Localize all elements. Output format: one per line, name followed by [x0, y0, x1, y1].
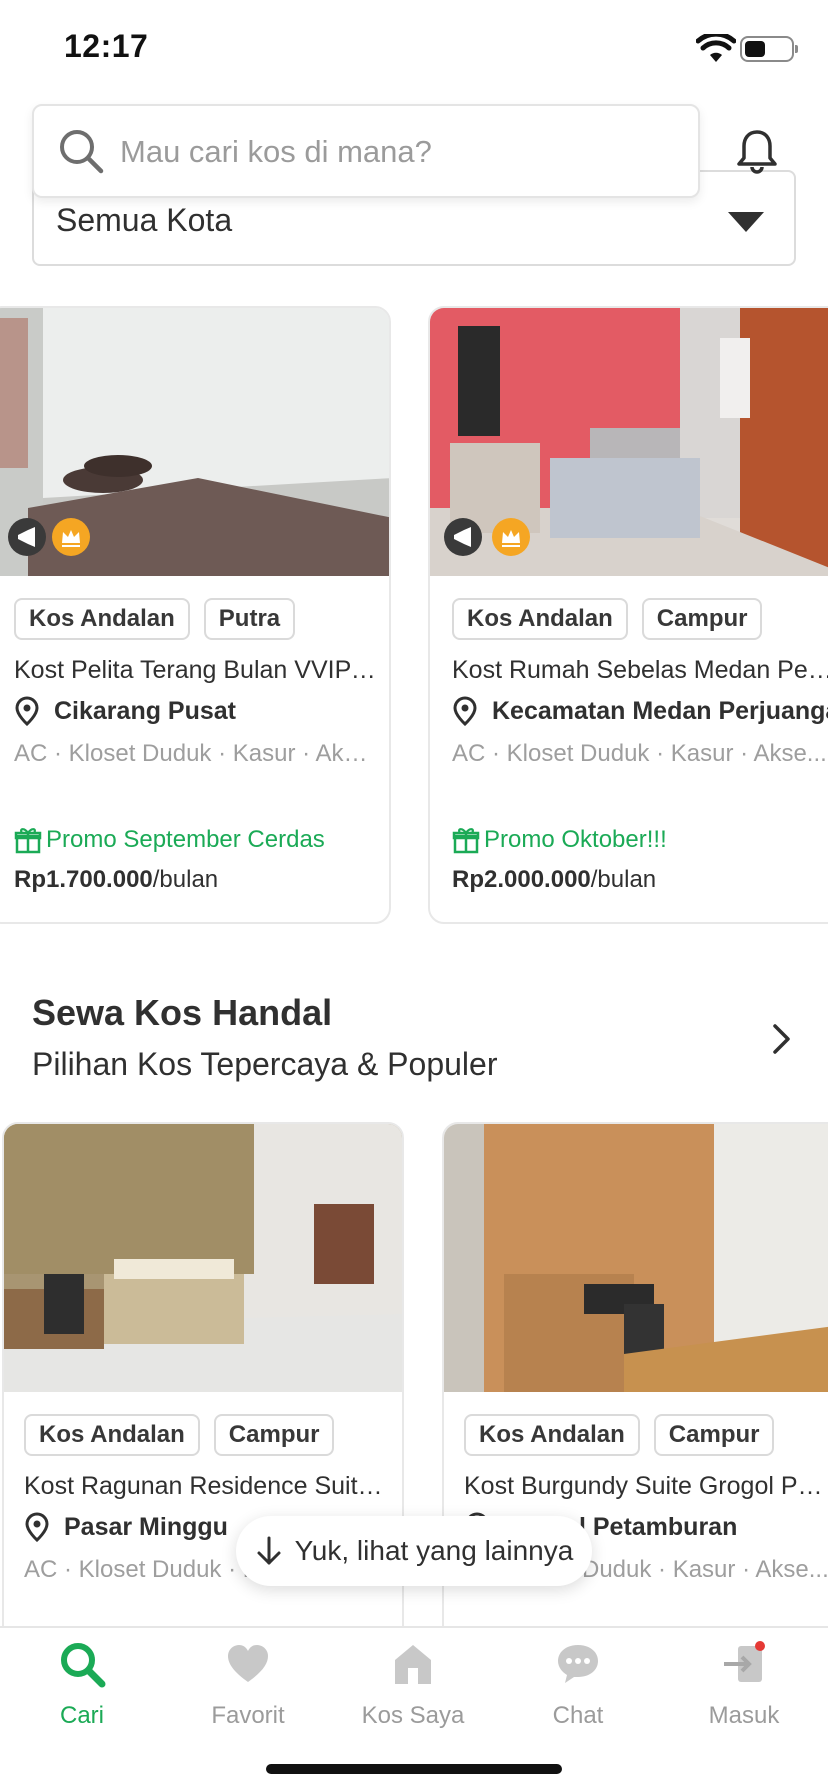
- tag-kos-andalan: Kos Andalan: [464, 1414, 640, 1456]
- search-input[interactable]: [120, 128, 680, 176]
- tag-kos-andalan: Kos Andalan: [14, 598, 190, 640]
- listing-name: Kost Ragunan Residence Suites...: [24, 1472, 390, 1500]
- listing-price: Rp2.000.000/bulan: [452, 866, 657, 893]
- nav-item-cari[interactable]: Cari: [7, 1640, 157, 1740]
- listing-location: Kecamatan Medan Perjuanga: [452, 694, 828, 728]
- listing-photo: [4, 1124, 402, 1392]
- search-icon: [61, 1643, 106, 1688]
- listing-location: Cikarang Pusat: [14, 694, 377, 728]
- gift-icon: [452, 828, 480, 854]
- tag-kos-andalan: Kos Andalan: [24, 1414, 200, 1456]
- notification-bell-icon[interactable]: [734, 128, 780, 174]
- crown-badge-icon: [492, 518, 530, 556]
- section-title: Sewa Kos Handal: [32, 992, 333, 1033]
- megaphone-badge-icon: [444, 518, 482, 556]
- nav-item-chat[interactable]: Chat: [503, 1640, 653, 1740]
- listing-name: Kost Rumah Sebelas Medan Perj...: [452, 656, 828, 684]
- tag-kos-andalan: Kos Andalan: [452, 598, 628, 640]
- tag-gender: Campur: [653, 1414, 775, 1456]
- home-indicator: [266, 1764, 562, 1774]
- nav-item-masuk[interactable]: Masuk: [669, 1640, 819, 1740]
- login-icon: [724, 1641, 765, 1682]
- search-bar[interactable]: [32, 104, 700, 198]
- listing-facilities: AC · Kloset Duduk · Kasur · Akse...: [14, 740, 377, 767]
- nav-item-favorit[interactable]: Favorit: [173, 1640, 323, 1740]
- chat-icon: [558, 1645, 598, 1683]
- heart-icon: [228, 1645, 268, 1682]
- city-selected-value: Semua Kota: [56, 202, 233, 238]
- nav-item-kos-saya[interactable]: Kos Saya: [338, 1640, 488, 1740]
- search-icon: [60, 130, 104, 174]
- listing-name: Kost Burgundy Suite Grogol Pet...: [464, 1472, 828, 1500]
- gift-icon: [14, 828, 42, 854]
- see-more-button[interactable]: Yuk, lihat yang lainnya: [236, 1516, 592, 1586]
- home-icon: [395, 1645, 431, 1684]
- location-pin-icon: [453, 696, 477, 726]
- listing-card[interactable]: Kos Andalan Campur Kost Rumah Sebelas Me…: [428, 306, 828, 924]
- listing-name: Kost Pelita Terang Bulan VVIP C...: [14, 656, 377, 684]
- home-screen: 12:17 Semua Kota Mau cari kos di mana? K…: [0, 0, 828, 1792]
- chevron-down-icon: [728, 212, 764, 232]
- listing-price: Rp1.700.000/bulan: [14, 866, 219, 893]
- promo-label: Promo Oktober!!!: [452, 824, 667, 856]
- listing-facilities: AC · Kloset Duduk · Kasur · Akse...: [452, 740, 827, 767]
- tag-gender: Campur: [213, 1414, 335, 1456]
- listing-photo: [444, 1124, 828, 1392]
- wifi-icon: [696, 34, 736, 62]
- see-more-label: Yuk, lihat yang lainnya: [294, 1535, 574, 1566]
- tag-gender: Campur: [641, 598, 763, 640]
- promo-label: Promo September Cerdas: [14, 824, 325, 856]
- status-time: 12:17: [64, 28, 149, 64]
- location-pin-icon: [15, 696, 39, 726]
- status-bar: 12:17: [0, 0, 828, 100]
- battery-icon: [740, 36, 798, 62]
- listing-card[interactable]: Kos Andalan Putra Kost Pelita Terang Bul…: [0, 306, 391, 924]
- megaphone-badge-icon: [8, 518, 46, 556]
- location-pin-icon: [25, 1512, 49, 1542]
- chevron-right-icon[interactable]: [766, 1022, 796, 1056]
- tag-gender: Putra: [203, 598, 296, 640]
- crown-badge-icon: [52, 518, 90, 556]
- arrow-down-icon: [257, 1536, 281, 1565]
- listing-photo: [430, 308, 828, 576]
- section-subtitle: Pilihan Kos Tepercaya & Populer: [32, 1046, 498, 1082]
